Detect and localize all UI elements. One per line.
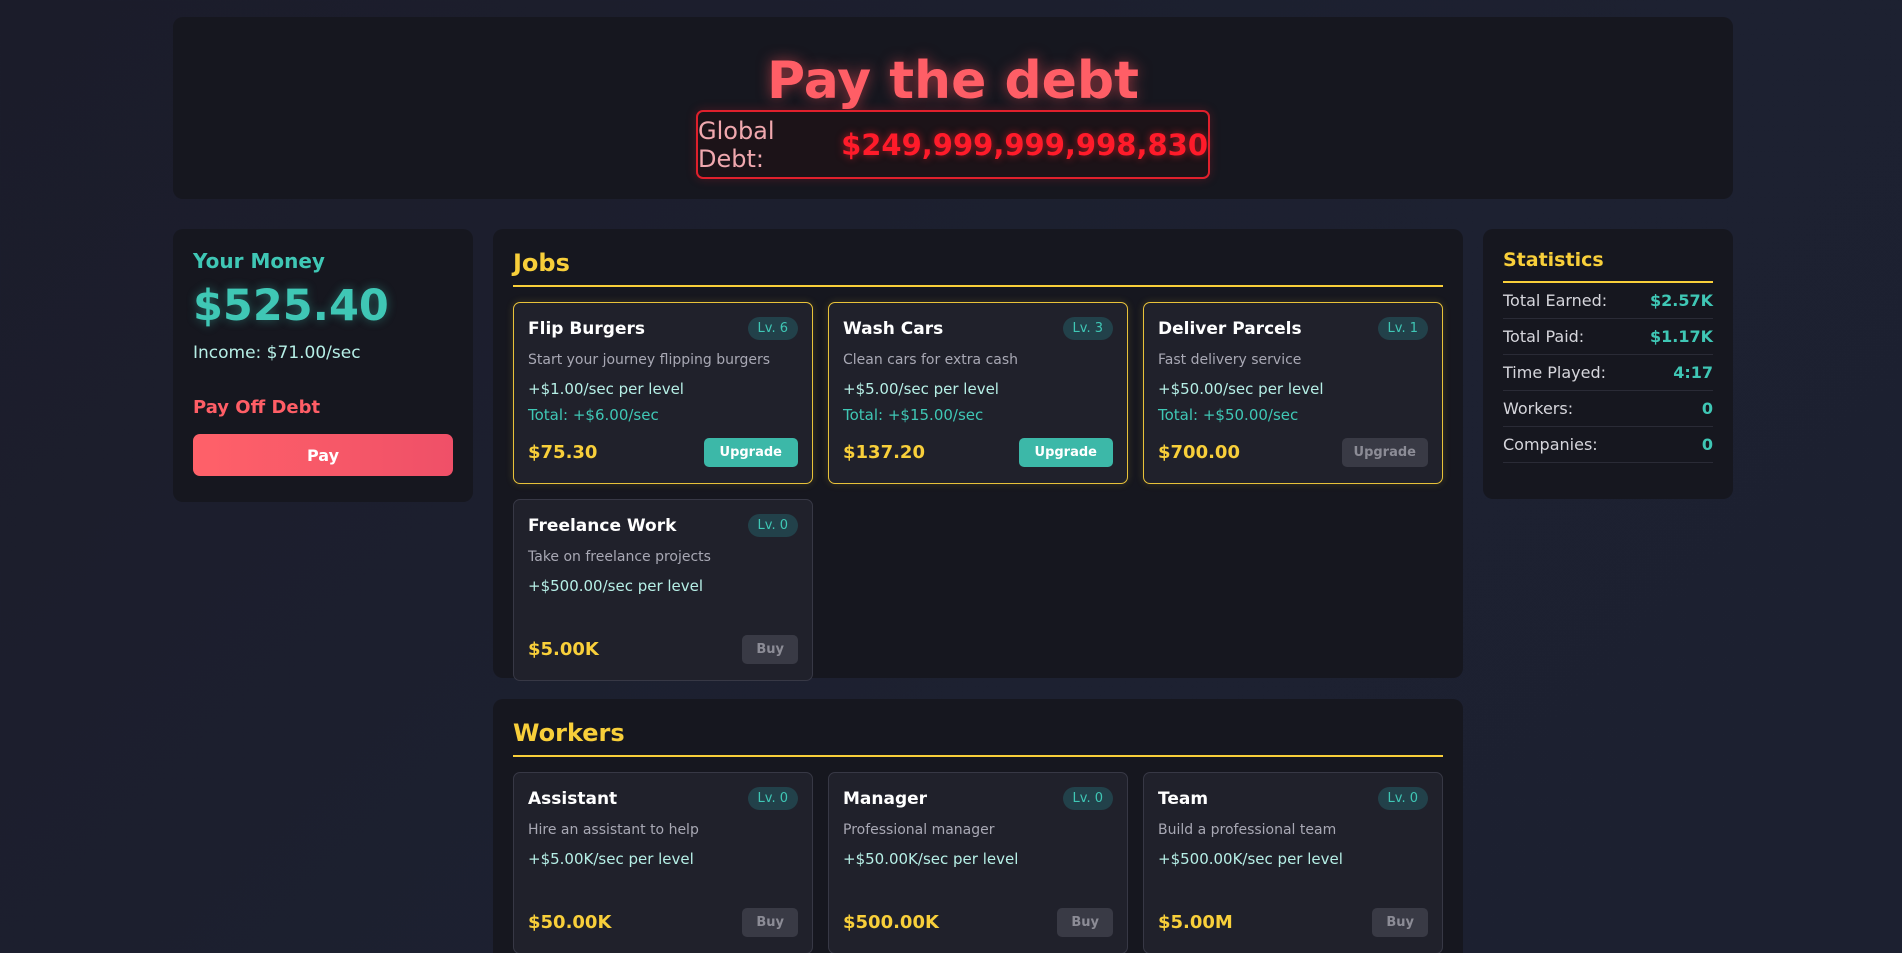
- stat-row-total-earned: Total Earned: $2.57K: [1503, 283, 1713, 319]
- stat-label: Time Played:: [1503, 363, 1606, 382]
- workers-title: Workers: [513, 719, 1443, 757]
- worker-name: Manager: [843, 788, 928, 809]
- buy-button[interactable]: Buy: [742, 635, 798, 664]
- worker-name: Assistant: [528, 788, 618, 809]
- worker-description: Build a professional team: [1158, 822, 1337, 838]
- stat-value: 0: [1701, 435, 1713, 454]
- stat-value: 0: [1701, 399, 1713, 418]
- level-badge: Lv. 3: [1062, 317, 1113, 340]
- job-name: Freelance Work: [528, 515, 677, 536]
- stat-row-workers: Workers: 0: [1503, 391, 1713, 427]
- stat-label: Total Paid:: [1503, 327, 1585, 346]
- stat-label: Workers:: [1503, 399, 1574, 418]
- job-rate: +$5.00/sec per level: [843, 380, 999, 398]
- jobs-title: Jobs: [513, 249, 1443, 287]
- page-title: Pay the debt: [766, 51, 1140, 111]
- upgrade-button[interactable]: Upgrade: [703, 438, 798, 467]
- worker-rate: +$5.00K/sec per level: [528, 850, 694, 868]
- worker-card-manager: Manager Lv. 0 Professional manager +$50.…: [828, 772, 1128, 953]
- money-panel: Your Money $525.40 Income: $71.00/sec Pa…: [173, 229, 473, 502]
- job-card-flip-burgers: Flip Burgers Lv. 6 Start your journey fl…: [513, 302, 813, 484]
- jobs-grid: Flip Burgers Lv. 6 Start your journey fl…: [513, 302, 1443, 681]
- global-debt-value: $249,999,999,998,830: [841, 127, 1208, 162]
- job-cost: $5.00K: [528, 639, 599, 660]
- buy-button[interactable]: Buy: [1057, 908, 1113, 937]
- worker-card-assistant: Assistant Lv. 0 Hire an assistant to hel…: [513, 772, 813, 953]
- stat-row-total-paid: Total Paid: $1.17K: [1503, 319, 1713, 355]
- stat-value: 4:17: [1673, 363, 1713, 382]
- job-card-freelance-work: Freelance Work Lv. 0 Take on freelance p…: [513, 499, 813, 681]
- job-description: Clean cars for extra cash: [843, 352, 1019, 368]
- global-debt-label: Global Debt:: [698, 116, 775, 173]
- level-badge: Lv. 0: [1377, 787, 1428, 810]
- header-panel: Pay the debt Global Debt: $249,999,999,9…: [173, 17, 1733, 199]
- money-value: $525.40: [193, 281, 389, 331]
- level-badge: Lv. 6: [747, 317, 798, 340]
- upgrade-button[interactable]: Upgrade: [1341, 438, 1428, 467]
- job-rate: +$1.00/sec per level: [528, 380, 684, 398]
- workers-section: Workers Assistant Lv. 0 Hire an assistan…: [493, 699, 1463, 953]
- worker-cost: $50.00K: [528, 912, 612, 933]
- job-description: Fast delivery service: [1158, 352, 1302, 368]
- worker-name: Team: [1158, 788, 1209, 809]
- job-description: Start your journey flipping burgers: [528, 352, 771, 368]
- pay-button[interactable]: Pay: [193, 434, 453, 476]
- level-badge: Lv. 0: [747, 787, 798, 810]
- worker-cost: $500.00K: [843, 912, 939, 933]
- pay-off-debt-title: Pay Off Debt: [193, 397, 321, 418]
- job-name: Deliver Parcels: [1158, 318, 1302, 339]
- job-total: Total: +$50.00/sec: [1158, 406, 1299, 424]
- job-cost: $75.30: [528, 442, 598, 463]
- stat-row-companies: Companies: 0: [1503, 427, 1713, 463]
- level-badge: Lv. 1: [1377, 317, 1428, 340]
- statistics-panel: Statistics Total Earned: $2.57K Total Pa…: [1483, 229, 1733, 499]
- worker-rate: +$50.00K/sec per level: [843, 850, 1019, 868]
- job-total: Total: +$15.00/sec: [843, 406, 984, 424]
- stat-label: Total Earned:: [1503, 291, 1608, 310]
- buy-button[interactable]: Buy: [1372, 908, 1428, 937]
- job-name: Wash Cars: [843, 318, 944, 339]
- stat-row-time-played: Time Played: 4:17: [1503, 355, 1713, 391]
- job-card-deliver-parcels: Deliver Parcels Lv. 1 Fast delivery serv…: [1143, 302, 1443, 484]
- stat-label: Companies:: [1503, 435, 1598, 454]
- buy-button[interactable]: Buy: [742, 908, 798, 937]
- worker-description: Hire an assistant to help: [528, 822, 699, 838]
- worker-cost: $5.00M: [1158, 912, 1233, 933]
- statistics-title: Statistics: [1503, 249, 1713, 283]
- worker-description: Professional manager: [843, 822, 995, 838]
- job-rate: +$50.00/sec per level: [1158, 380, 1324, 398]
- job-card-wash-cars: Wash Cars Lv. 3 Clean cars for extra cas…: [828, 302, 1128, 484]
- worker-card-team: Team Lv. 0 Build a professional team +$5…: [1143, 772, 1443, 953]
- money-title: Your Money: [193, 249, 325, 273]
- job-description: Take on freelance projects: [528, 549, 711, 565]
- job-total: Total: +$6.00/sec: [528, 406, 659, 424]
- upgrade-button[interactable]: Upgrade: [1018, 438, 1113, 467]
- job-cost: $700.00: [1158, 442, 1240, 463]
- job-cost: $137.20: [843, 442, 925, 463]
- worker-rate: +$500.00K/sec per level: [1158, 850, 1343, 868]
- stat-value: $1.17K: [1649, 327, 1713, 346]
- jobs-section: Jobs Flip Burgers Lv. 6 Start your journ…: [493, 229, 1463, 681]
- level-badge: Lv. 0: [1062, 787, 1113, 810]
- job-rate: +$500.00/sec per level: [528, 577, 704, 595]
- global-debt-box: Global Debt: $249,999,999,998,830: [696, 110, 1210, 179]
- income-text: Income: $71.00/sec: [193, 343, 361, 363]
- job-name: Flip Burgers: [528, 318, 645, 339]
- workers-grid: Assistant Lv. 0 Hire an assistant to hel…: [513, 772, 1443, 953]
- stat-value: $2.57K: [1649, 291, 1713, 310]
- level-badge: Lv. 0: [747, 514, 798, 537]
